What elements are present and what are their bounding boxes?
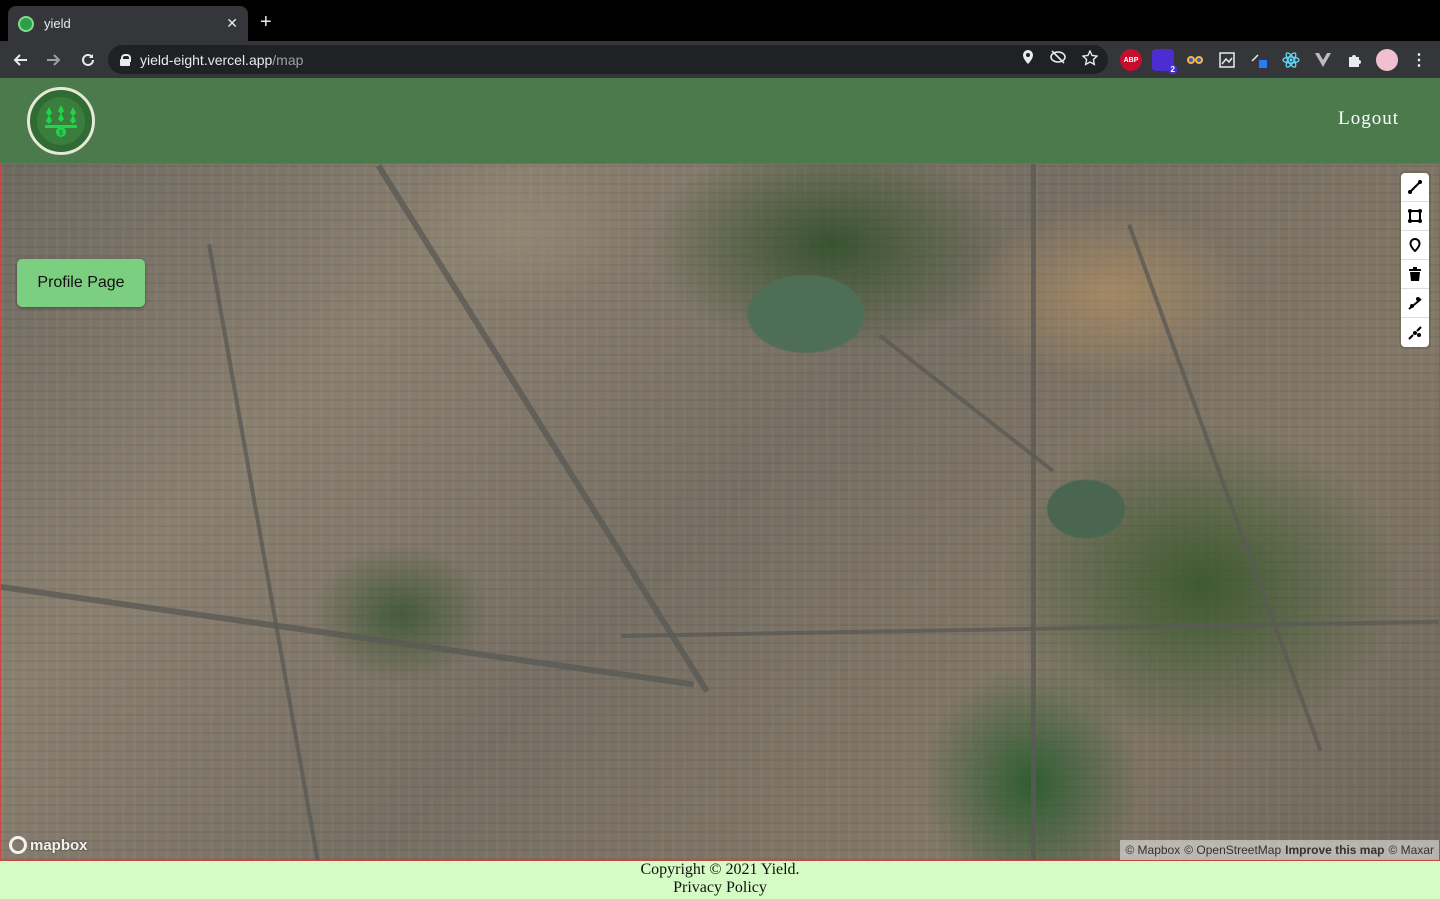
- map-attribution: © Mapbox © OpenStreetMap Improve this ma…: [1120, 840, 1439, 860]
- draw-controls: [1401, 173, 1429, 347]
- map-road: [375, 164, 710, 693]
- trash-icon[interactable]: [1401, 260, 1429, 289]
- extension-badge-icon[interactable]: 2: [1152, 49, 1177, 74]
- logo-emblem-icon: $: [37, 97, 85, 145]
- point-tool-icon[interactable]: [1401, 231, 1429, 260]
- chrome-menu-icon[interactable]: ⋮: [1408, 49, 1430, 71]
- app-header: $ Logout: [0, 78, 1440, 163]
- attribution-osm-link[interactable]: © OpenStreetMap: [1184, 843, 1281, 857]
- address-bar[interactable]: yield-eight.vercel.app/map: [108, 45, 1108, 74]
- url-host: yield-eight.vercel.app: [140, 51, 273, 68]
- dev-extension-icon[interactable]: [1248, 49, 1270, 71]
- url-path: /map: [272, 51, 304, 68]
- attribution-mapbox-link[interactable]: © Mapbox: [1125, 843, 1180, 857]
- map-road: [1031, 164, 1036, 860]
- uncombine-icon[interactable]: [1401, 318, 1429, 347]
- mapbox-logo-text: mapbox: [30, 836, 88, 854]
- mapbox-logo-icon: [9, 836, 27, 854]
- map-road: [1, 584, 695, 688]
- profile-page-button[interactable]: Profile Page: [17, 259, 145, 307]
- new-tab-icon[interactable]: +: [260, 12, 272, 32]
- polygon-tool-icon[interactable]: [1401, 202, 1429, 231]
- page-footer: Copyright © 2021 Yield. Privacy Policy: [0, 861, 1440, 899]
- adblock-icon[interactable]: ABP: [1120, 49, 1142, 71]
- reload-icon[interactable]: [74, 46, 102, 74]
- tab-close-icon[interactable]: ✕: [226, 15, 238, 32]
- map-road: [1127, 224, 1323, 752]
- tracking-off-icon[interactable]: [1050, 50, 1066, 69]
- satellite-map[interactable]: Profile Page mapbox © Mapbox © OpenStree…: [0, 163, 1440, 861]
- location-icon[interactable]: [1022, 50, 1034, 69]
- extension-badge-count: 2: [1168, 65, 1177, 74]
- tab-title: yield: [44, 16, 71, 31]
- back-icon[interactable]: [6, 46, 34, 74]
- extensions-puzzle-icon[interactable]: [1344, 49, 1366, 71]
- lock-icon: [120, 53, 131, 66]
- forward-icon[interactable]: [40, 46, 68, 74]
- mapbox-logo[interactable]: mapbox: [9, 836, 88, 854]
- svg-text:$: $: [59, 130, 63, 137]
- browser-tab[interactable]: yield ✕: [8, 6, 248, 41]
- yield-logo[interactable]: $: [27, 87, 95, 155]
- eyes-extension-icon[interactable]: [1184, 49, 1206, 71]
- react-devtools-icon[interactable]: [1280, 49, 1302, 71]
- map-road: [207, 244, 323, 860]
- browser-tab-bar: yield ✕ +: [0, 0, 1440, 41]
- improve-map-link[interactable]: Improve this map: [1285, 843, 1384, 857]
- line-tool-icon[interactable]: [1401, 173, 1429, 202]
- vue-devtools-icon[interactable]: [1312, 49, 1334, 71]
- logout-link[interactable]: Logout: [1338, 108, 1399, 130]
- map-road: [878, 334, 1055, 473]
- combine-icon[interactable]: [1401, 289, 1429, 318]
- copyright-text: Copyright © 2021 Yield.: [640, 861, 800, 878]
- profile-avatar-icon[interactable]: [1376, 49, 1398, 71]
- image-extension-icon[interactable]: [1216, 49, 1238, 71]
- favicon-icon: [18, 15, 34, 32]
- attribution-maxar-link[interactable]: © Maxar: [1388, 843, 1434, 857]
- browser-toolbar: yield-eight.vercel.app/map ABP 2 ⋮: [0, 41, 1440, 78]
- privacy-policy-link[interactable]: Privacy Policy: [0, 879, 1440, 897]
- bookmark-star-icon[interactable]: [1081, 49, 1099, 69]
